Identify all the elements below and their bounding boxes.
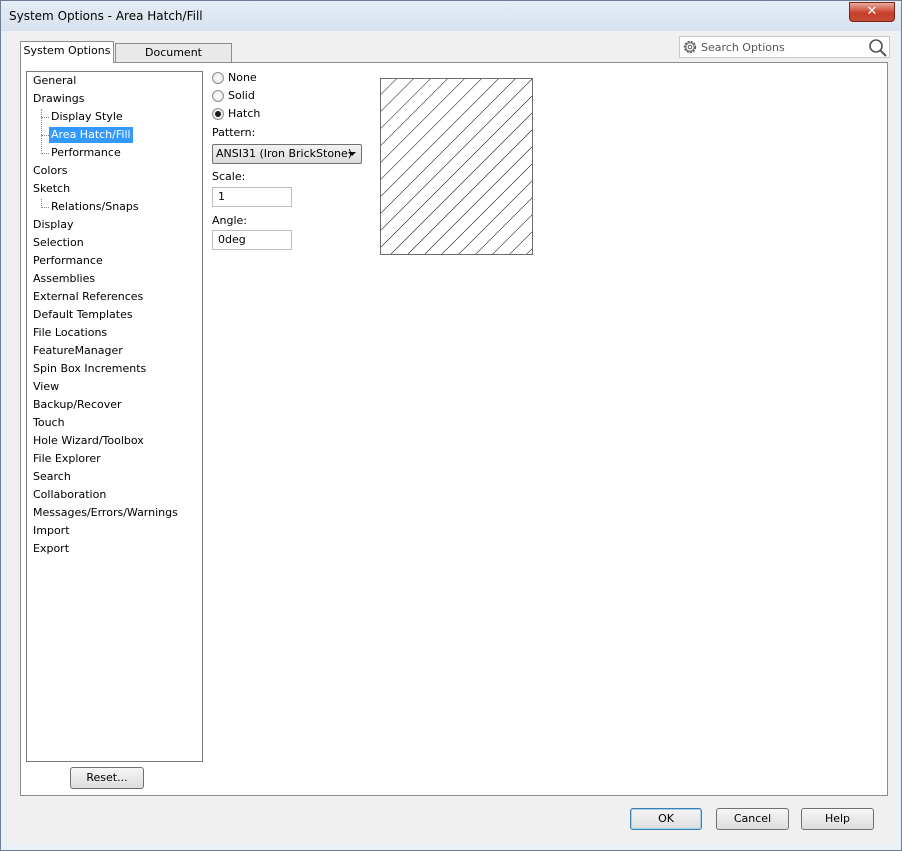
search-box[interactable]: Search Options bbox=[679, 36, 890, 58]
tree-connector bbox=[41, 109, 42, 151]
close-icon: ✕ bbox=[866, 4, 878, 19]
system-options-panel: General Drawings Display Style Area Hatc… bbox=[20, 62, 888, 796]
tree-connector bbox=[41, 135, 49, 136]
radio-hatch[interactable] bbox=[212, 108, 224, 120]
radio-solid[interactable] bbox=[212, 90, 224, 102]
reset-button[interactable]: Reset... bbox=[70, 767, 144, 789]
tree-item-view[interactable]: View bbox=[31, 379, 61, 395]
hatch-preview bbox=[380, 78, 533, 255]
tree-item-search[interactable]: Search bbox=[31, 469, 73, 485]
radio-label: Solid bbox=[228, 89, 255, 102]
gear-icon[interactable] bbox=[682, 39, 698, 55]
tree-item-performance[interactable]: Performance bbox=[31, 253, 105, 269]
title-bar[interactable]: System Options - Area Hatch/Fill ✕ bbox=[1, 1, 901, 31]
cancel-button[interactable]: Cancel bbox=[716, 808, 789, 830]
radio-none[interactable] bbox=[212, 72, 224, 84]
tree-item-featuremanager[interactable]: FeatureManager bbox=[31, 343, 125, 359]
scale-label: Scale: bbox=[212, 170, 246, 183]
tree-item-display[interactable]: Display bbox=[31, 217, 76, 233]
tree-item-hole-wizard-toolbox[interactable]: Hole Wizard/Toolbox bbox=[31, 433, 146, 449]
tree-connector bbox=[41, 207, 49, 208]
tree-item-area-hatch-fill[interactable]: Area Hatch/Fill bbox=[49, 127, 133, 143]
pattern-value: ANSI31 (Iron BrickStone) bbox=[216, 147, 353, 160]
tree-item-file-locations[interactable]: File Locations bbox=[31, 325, 109, 341]
pattern-dropdown[interactable]: ANSI31 (Iron BrickStone) bbox=[212, 144, 362, 164]
angle-input[interactable]: 0deg bbox=[212, 230, 292, 250]
angle-label: Angle: bbox=[212, 214, 248, 227]
search-input[interactable]: Search Options bbox=[701, 41, 785, 54]
help-button[interactable]: Help bbox=[801, 808, 874, 830]
tree-connector bbox=[41, 117, 49, 118]
tree-item-external-references[interactable]: External References bbox=[31, 289, 145, 305]
tree-item-collaboration[interactable]: Collaboration bbox=[31, 487, 108, 503]
tree-item-touch[interactable]: Touch bbox=[31, 415, 67, 431]
tab-document-properties[interactable]: Document Properties bbox=[115, 43, 232, 77]
pattern-label: Pattern: bbox=[212, 126, 256, 139]
tree-item-file-explorer[interactable]: File Explorer bbox=[31, 451, 103, 467]
chevron-down-icon bbox=[348, 152, 356, 156]
search-icon[interactable] bbox=[868, 38, 888, 58]
tab-system-options[interactable]: System Options bbox=[20, 41, 114, 63]
dialog-window: System Options - Area Hatch/Fill ✕ Syste… bbox=[0, 0, 902, 851]
tree-item-relations-snaps[interactable]: Relations/Snaps bbox=[49, 199, 141, 215]
tree-connector bbox=[41, 153, 49, 154]
tree-item-colors[interactable]: Colors bbox=[31, 163, 69, 179]
tree-item-drawings-performance[interactable]: Performance bbox=[49, 145, 123, 161]
radio-label: Hatch bbox=[228, 107, 261, 120]
ok-button[interactable]: OK bbox=[630, 808, 702, 830]
tree-item-assemblies[interactable]: Assemblies bbox=[31, 271, 97, 287]
options-tree[interactable]: General Drawings Display Style Area Hatc… bbox=[26, 71, 203, 762]
window-title: System Options - Area Hatch/Fill bbox=[9, 9, 203, 23]
tree-item-export[interactable]: Export bbox=[31, 541, 71, 557]
hatch-pattern-fill bbox=[380, 78, 533, 255]
close-button[interactable]: ✕ bbox=[849, 2, 895, 22]
tab-label: System Options bbox=[23, 44, 111, 57]
tree-item-selection[interactable]: Selection bbox=[31, 235, 86, 251]
scale-input[interactable]: 1 bbox=[212, 187, 292, 207]
tree-item-sketch[interactable]: Sketch bbox=[31, 181, 72, 197]
tree-item-general[interactable]: General bbox=[31, 73, 78, 89]
tree-item-messages-errors-warnings[interactable]: Messages/Errors/Warnings bbox=[31, 505, 180, 521]
tree-item-spin-box-increments[interactable]: Spin Box Increments bbox=[31, 361, 148, 377]
tree-item-display-style[interactable]: Display Style bbox=[49, 109, 125, 125]
tree-item-import[interactable]: Import bbox=[31, 523, 72, 539]
tree-item-default-templates[interactable]: Default Templates bbox=[31, 307, 135, 323]
radio-label: None bbox=[228, 71, 257, 84]
tree-item-backup-recover[interactable]: Backup/Recover bbox=[31, 397, 124, 413]
tree-item-drawings[interactable]: Drawings bbox=[31, 91, 86, 107]
dialog-client-area: System Options Document Properties Searc… bbox=[8, 31, 895, 844]
